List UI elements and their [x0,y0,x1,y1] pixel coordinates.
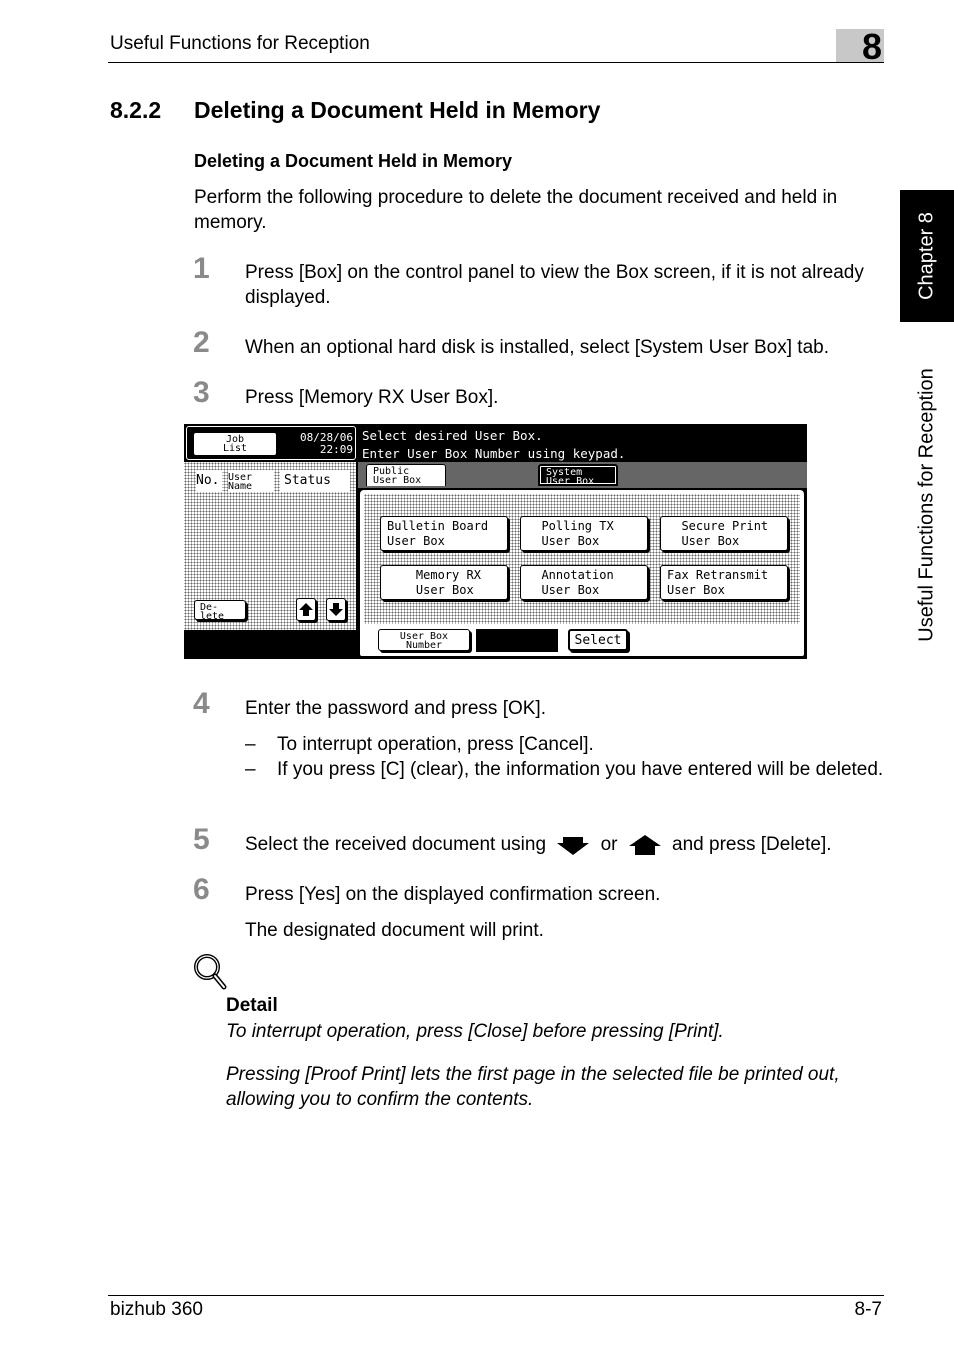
detail-text: Pressing [Proof Print] lets the first pa… [226,1064,840,1110]
magnifier-icon [193,953,229,991]
left-status-bar [184,630,356,659]
column-header-no: No. [196,470,222,492]
detail-label: Detail [226,995,278,1016]
bulletin-board-user-box-button[interactable]: Bulletin Board User Box [380,516,508,551]
step-text: Select the received document using or an… [245,832,885,857]
screen-message: Select desired User Box. Enter User Box N… [362,427,625,463]
step-text: Press [Yes] on the displayed confirmatio… [245,884,661,905]
bullet-dash: – [245,759,256,780]
side-tab-chapter: Chapter 8 [900,190,954,322]
delete-button[interactable]: De- lete [194,600,246,622]
bullet-item: – If you press [C] (clear), the informati… [245,757,885,782]
scroll-down-button[interactable] [326,598,346,621]
intro-paragraph: Perform the following procedure to delet… [194,187,838,233]
step-text-part: or [600,834,618,855]
up-arrow-icon [299,603,313,616]
bullet-item: – To interrupt operation, press [Cancel]. [245,732,885,757]
step-text: Press [Box] on the control panel to view… [245,262,864,308]
section-number: 8.2.2 [110,97,162,123]
footer-divider [108,1295,884,1296]
product-name: bizhub 360 [110,1299,203,1320]
side-tab-section: Useful Functions for Reception [900,340,954,670]
user-box-number-field[interactable] [476,629,558,652]
subheading: Deleting a Document Held in Memory [194,151,513,171]
page-number: 8-7 [854,1299,882,1320]
step-text-part: Select the received document using [245,834,547,855]
screen-header-status: Job List 08/28/06 22:09 [186,426,356,460]
screen-message-line: Enter User Box Number using keypad. [362,446,626,461]
tab-system-user-box[interactable]: System User Box [538,464,618,487]
step-number: 4 [193,687,210,720]
annotation-user-box-button[interactable]: Annotation User Box [520,565,648,600]
fax-retransmit-user-box-button[interactable]: Fax Retransmit User Box [660,565,788,600]
secure-print-user-box-button[interactable]: Secure Print User Box [660,516,788,551]
chapter-number: 8 [861,26,882,67]
down-arrow-icon [557,836,590,855]
user-box-number-button[interactable]: User Box Number [378,629,470,651]
bullet-text: To interrupt operation, press [Cancel]. [277,734,594,755]
step-number: 6 [193,873,210,906]
up-arrow-icon [628,834,661,855]
date-time-display: 08/28/06 22:09 [285,432,353,456]
scroll-up-button[interactable] [296,598,316,621]
box-tabs: Public User Box System User Box [358,462,807,488]
step-text-part: and press [Delete]. [672,834,832,855]
column-header-status: Status [280,470,350,492]
bullet-dash: – [245,734,256,755]
side-tab-section-label: Useful Functions for Reception [915,368,938,642]
system-user-box-panel: Bulletin Board User Box Polling TX User … [358,488,806,658]
step-number: 2 [193,326,210,359]
down-arrow-icon [329,603,343,616]
tab-public-user-box[interactable]: Public User Box [366,464,446,486]
step-text: Enter the password and press [OK]. [245,698,546,719]
time-text: 22:09 [319,443,353,456]
step-number: 1 [193,252,210,285]
running-head: Useful Functions for Reception [110,33,370,54]
step-number: 3 [193,376,210,409]
step-text: When an optional hard disk is installed,… [245,337,829,358]
column-header-user-name: User Name [228,470,274,492]
control-panel-screenshot: Job List 08/28/06 22:09 Select desired U… [184,424,807,659]
step-result-text: The designated document will print. [245,920,544,941]
detail-text: To interrupt operation, press [Close] be… [226,1021,724,1042]
user-box-list-panel: No. User Name Status De- lete [184,462,356,630]
bullet-text: If you press [C] (clear), the informatio… [277,759,884,780]
memory-rx-user-box-button[interactable]: Memory RX User Box [380,565,508,600]
select-button[interactable]: Select [568,629,628,651]
side-tab-chapter-label: Chapter 8 [915,212,938,300]
step-number: 5 [193,823,210,856]
header-divider [108,62,884,63]
polling-tx-user-box-button[interactable]: Polling TX User Box [520,516,648,551]
job-list-button[interactable]: Job List [193,432,277,456]
step-text: Press [Memory RX User Box]. [245,387,499,408]
section-title: Deleting a Document Held in Memory [194,97,601,123]
screen-message-line: Select desired User Box. [362,428,543,443]
